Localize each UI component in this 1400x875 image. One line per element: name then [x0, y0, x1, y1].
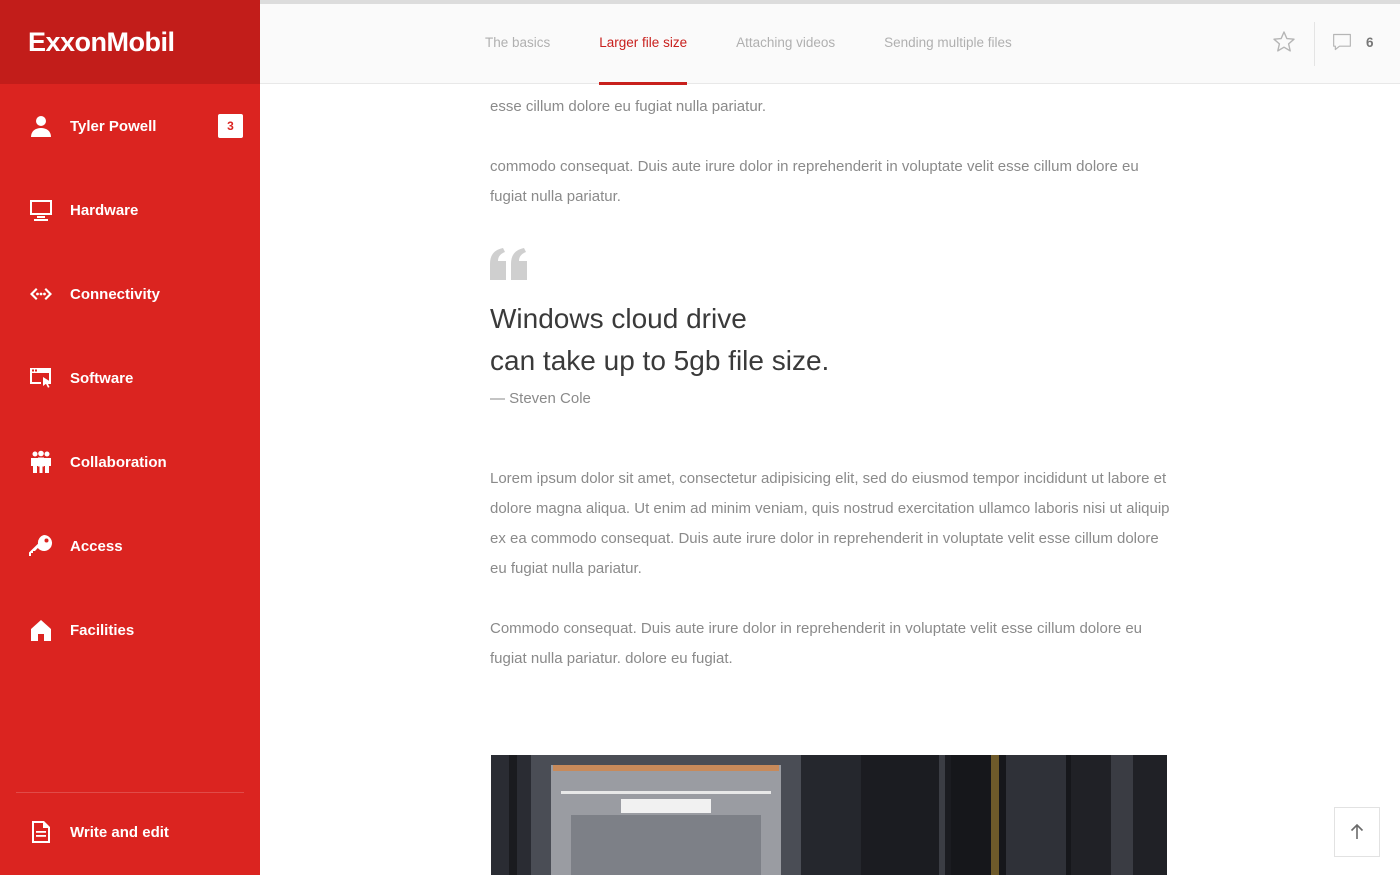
user-icon: [28, 113, 54, 139]
quote-author: — Steven Cole: [490, 390, 591, 407]
comment-count: 6: [1366, 34, 1374, 50]
sidebar-item-software[interactable]: Software: [0, 336, 260, 420]
star-icon: [1273, 31, 1295, 52]
sidebar-item-label: Collaboration: [70, 453, 167, 471]
favorite-button[interactable]: [1272, 30, 1298, 56]
sidebar-item-connectivity[interactable]: Connectivity: [0, 252, 260, 336]
sidebar-item-label: Hardware: [70, 201, 139, 219]
tab-attaching-videos[interactable]: Attaching videos: [736, 0, 835, 84]
notification-badge[interactable]: 3: [218, 114, 243, 138]
comment-icon: [1333, 33, 1351, 51]
top-bar: The basics Larger file size Attaching vi…: [260, 0, 1400, 85]
article-tabs: The basics Larger file size Attaching vi…: [485, 0, 1061, 85]
paragraph: Commodo consequat. Duis aute irure dolor…: [490, 620, 1143, 667]
home-icon: [28, 617, 54, 643]
sidebar-item-access[interactable]: Access: [0, 504, 260, 588]
article-top-text: esse cillum dolore eu fugiat nulla paria…: [490, 92, 1170, 212]
software-window-icon: [28, 365, 54, 391]
sidebar-item-hardware[interactable]: Hardware: [0, 168, 260, 252]
quote-line: Windows cloud drive: [490, 303, 747, 334]
sidebar-item-label: Access: [70, 537, 123, 555]
monitor-icon: [28, 197, 54, 223]
sidebar-item-collaboration[interactable]: Collaboration: [0, 420, 260, 504]
quote-line: can take up to 5gb file size.: [490, 345, 830, 376]
scroll-to-top-button[interactable]: [1334, 807, 1380, 857]
user-name: Tyler Powell: [70, 117, 157, 135]
tab-the-basics[interactable]: The basics: [485, 0, 550, 84]
comments-button[interactable]: 6: [1332, 32, 1374, 52]
sidebar-item-label: Facilities: [70, 621, 135, 639]
sidebar: ExxonMobil Tyler Powell 3 Hardware Conne…: [0, 0, 260, 875]
sidebar-item-user[interactable]: Tyler Powell 3: [0, 84, 260, 168]
arrow-up-icon: [1350, 824, 1364, 839]
server-room-photo: [491, 755, 1167, 875]
brand-header: ExxonMobil: [0, 0, 260, 84]
sidebar-item-label: Connectivity: [70, 285, 161, 303]
sidebar-item-write-and-edit[interactable]: Write and edit: [0, 790, 260, 874]
pull-quote: Windows cloud drive can take up to 5gb f…: [490, 298, 829, 382]
paragraph: esse cillum dolore eu fugiat nulla paria…: [490, 98, 766, 115]
quote-icon: [490, 248, 527, 280]
topbar-separator: [1314, 22, 1315, 66]
sidebar-item-label: Write and edit: [70, 823, 169, 841]
tab-sending-multiple-files[interactable]: Sending multiple files: [884, 0, 1012, 84]
sidebar-item-label: Software: [70, 369, 134, 387]
exxonmobil-logo[interactable]: ExxonMobil: [28, 27, 175, 58]
connectivity-icon: [28, 281, 54, 307]
people-icon: [28, 449, 54, 475]
sidebar-item-facilities[interactable]: Facilities: [0, 588, 260, 672]
tab-larger-file-size[interactable]: Larger file size: [599, 0, 687, 85]
document-icon: [28, 819, 54, 845]
key-icon: [28, 533, 54, 559]
paragraph: Lorem ipsum dolor sit amet, consectetur …: [490, 470, 1170, 577]
paragraph: commodo consequat. Duis aute irure dolor…: [490, 158, 1139, 205]
article-bottom-text: Lorem ipsum dolor sit amet, consectetur …: [490, 464, 1170, 674]
